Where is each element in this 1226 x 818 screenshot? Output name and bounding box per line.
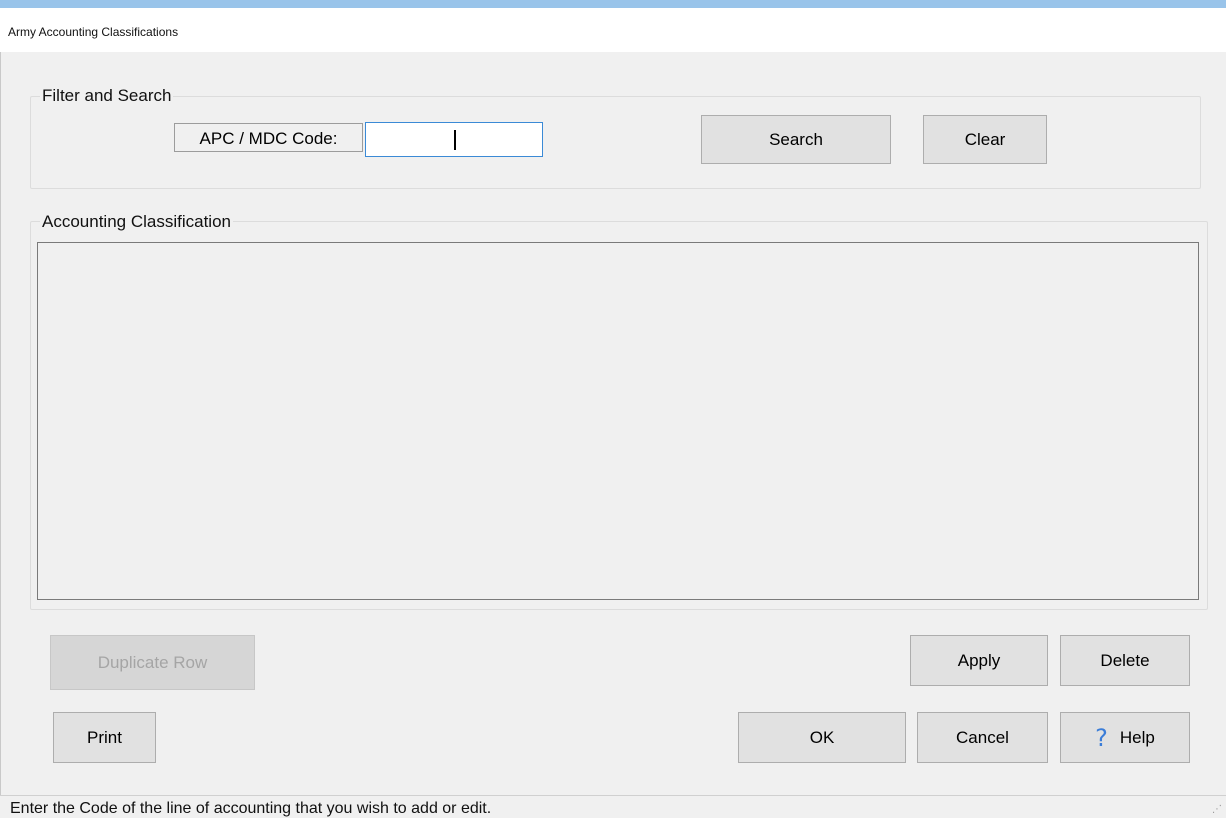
ok-button-label: OK bbox=[809, 727, 835, 747]
accounting-classification-list[interactable] bbox=[37, 242, 1199, 600]
window-left-border bbox=[0, 52, 1, 817]
cancel-button[interactable]: Cancel bbox=[917, 712, 1048, 763]
status-bar: Enter the Code of the line of accounting… bbox=[0, 795, 1226, 818]
window-title: Army Accounting Classifications bbox=[8, 25, 179, 39]
clear-button-label: Clear bbox=[964, 129, 1006, 149]
duplicate-row-button[interactable]: Duplicate Row bbox=[50, 635, 255, 690]
status-text: Enter the Code of the line of accounting… bbox=[10, 800, 492, 817]
help-button-label: Help bbox=[1119, 727, 1155, 747]
search-button[interactable]: Search bbox=[701, 115, 891, 164]
apc-mdc-code-label: APC / MDC Code: bbox=[174, 123, 363, 152]
print-button-label: Print bbox=[87, 727, 122, 747]
ok-button[interactable]: OK bbox=[738, 712, 906, 763]
help-button[interactable]: ? Help bbox=[1060, 712, 1190, 763]
cancel-button-label: Cancel bbox=[956, 727, 1009, 747]
text-caret bbox=[454, 130, 456, 150]
delete-button-label: Delete bbox=[1100, 650, 1150, 670]
title-bar: Army Accounting Classifications bbox=[0, 8, 1226, 52]
duplicate-row-button-label: Duplicate Row bbox=[97, 652, 208, 672]
delete-button[interactable]: Delete bbox=[1060, 635, 1190, 686]
filter-search-group-label: Filter and Search bbox=[40, 86, 174, 106]
apply-button[interactable]: Apply bbox=[910, 635, 1048, 686]
apply-button-label: Apply bbox=[957, 650, 1001, 670]
question-mark-icon: ? bbox=[1095, 723, 1108, 752]
clear-button[interactable]: Clear bbox=[923, 115, 1047, 164]
accounting-classification-group-label: Accounting Classification bbox=[40, 212, 233, 232]
print-button[interactable]: Print bbox=[53, 712, 156, 763]
search-button-label: Search bbox=[769, 129, 823, 149]
resize-grip-icon[interactable]: ⋰ bbox=[1212, 804, 1222, 815]
window-top-border bbox=[0, 0, 1226, 8]
